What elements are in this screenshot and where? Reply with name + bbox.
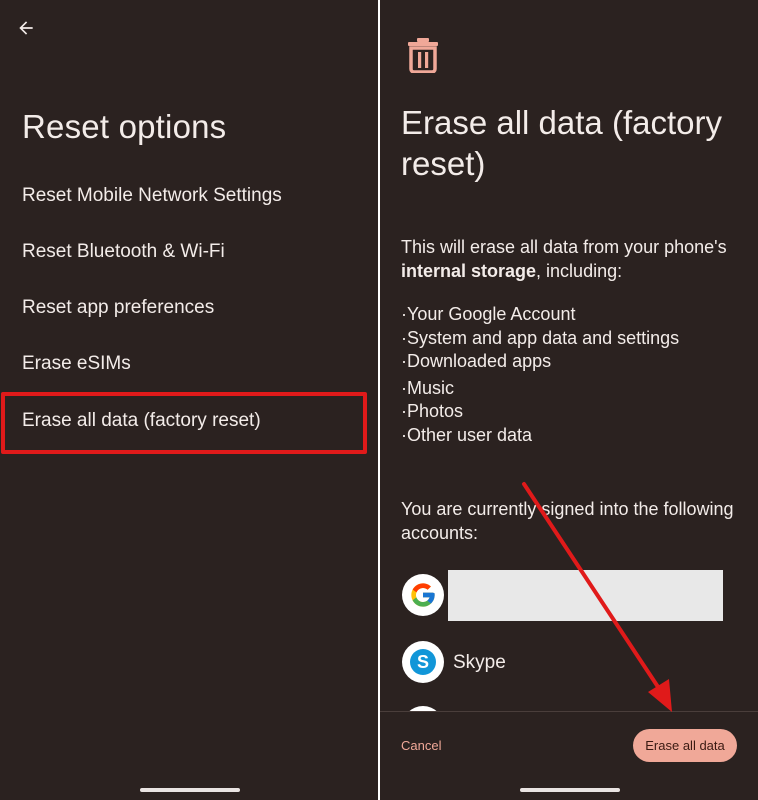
- option-factory-reset[interactable]: Erase all data (factory reset): [22, 410, 261, 432]
- skype-account-icon: S: [402, 641, 444, 683]
- desc-text-end: , including:: [536, 261, 623, 281]
- list-item: ·Your Google Account: [401, 304, 576, 324]
- erase-description: This will erase all data from your phone…: [401, 235, 741, 283]
- action-bar: Cancel Erase all data: [380, 711, 758, 800]
- option-reset-bluetooth-wifi[interactable]: Reset Bluetooth & Wi-Fi: [22, 241, 225, 263]
- erase-all-data-button[interactable]: Erase all data: [633, 729, 737, 762]
- list-item: ·Downloaded apps: [401, 351, 552, 371]
- google-icon: [411, 583, 435, 607]
- desc-text: This will erase all data from your phone…: [401, 237, 727, 257]
- back-button[interactable]: [12, 14, 40, 42]
- page-title: Reset options: [22, 108, 227, 145]
- svg-text:S: S: [417, 652, 429, 672]
- home-indicator[interactable]: [520, 788, 620, 792]
- list-item: ·Music: [401, 377, 455, 398]
- option-erase-esims[interactable]: Erase eSIMs: [22, 353, 131, 375]
- desc-bold-text: internal storage: [401, 261, 537, 281]
- skype-icon: S: [410, 649, 436, 675]
- page-title: Erase all data (factory reset): [401, 104, 722, 182]
- home-indicator[interactable]: [140, 788, 240, 792]
- option-reset-mobile-network[interactable]: Reset Mobile Network Settings: [22, 185, 282, 207]
- erase-items-list: ·Your Google Account ·System and app dat…: [401, 303, 679, 447]
- list-item: ·Photos: [401, 401, 464, 421]
- trash-icon: [408, 38, 438, 73]
- signed-in-accounts-text: You are currently signed into the follow…: [401, 499, 734, 543]
- skype-account-label: Skype: [453, 652, 506, 673]
- option-reset-app-preferences[interactable]: Reset app preferences: [22, 297, 214, 319]
- cancel-button[interactable]: Cancel: [401, 738, 441, 753]
- redacted-account-email: [448, 570, 723, 621]
- google-account-icon: [402, 574, 444, 616]
- back-arrow-icon: [19, 21, 33, 35]
- list-item: ·Other user data: [401, 424, 533, 445]
- reset-options-screen: Reset options Reset Mobile Network Setti…: [0, 0, 378, 800]
- factory-reset-screen: Erase all data (factory reset) This will…: [380, 0, 758, 800]
- list-item: ·System and app data and settings: [401, 327, 680, 348]
